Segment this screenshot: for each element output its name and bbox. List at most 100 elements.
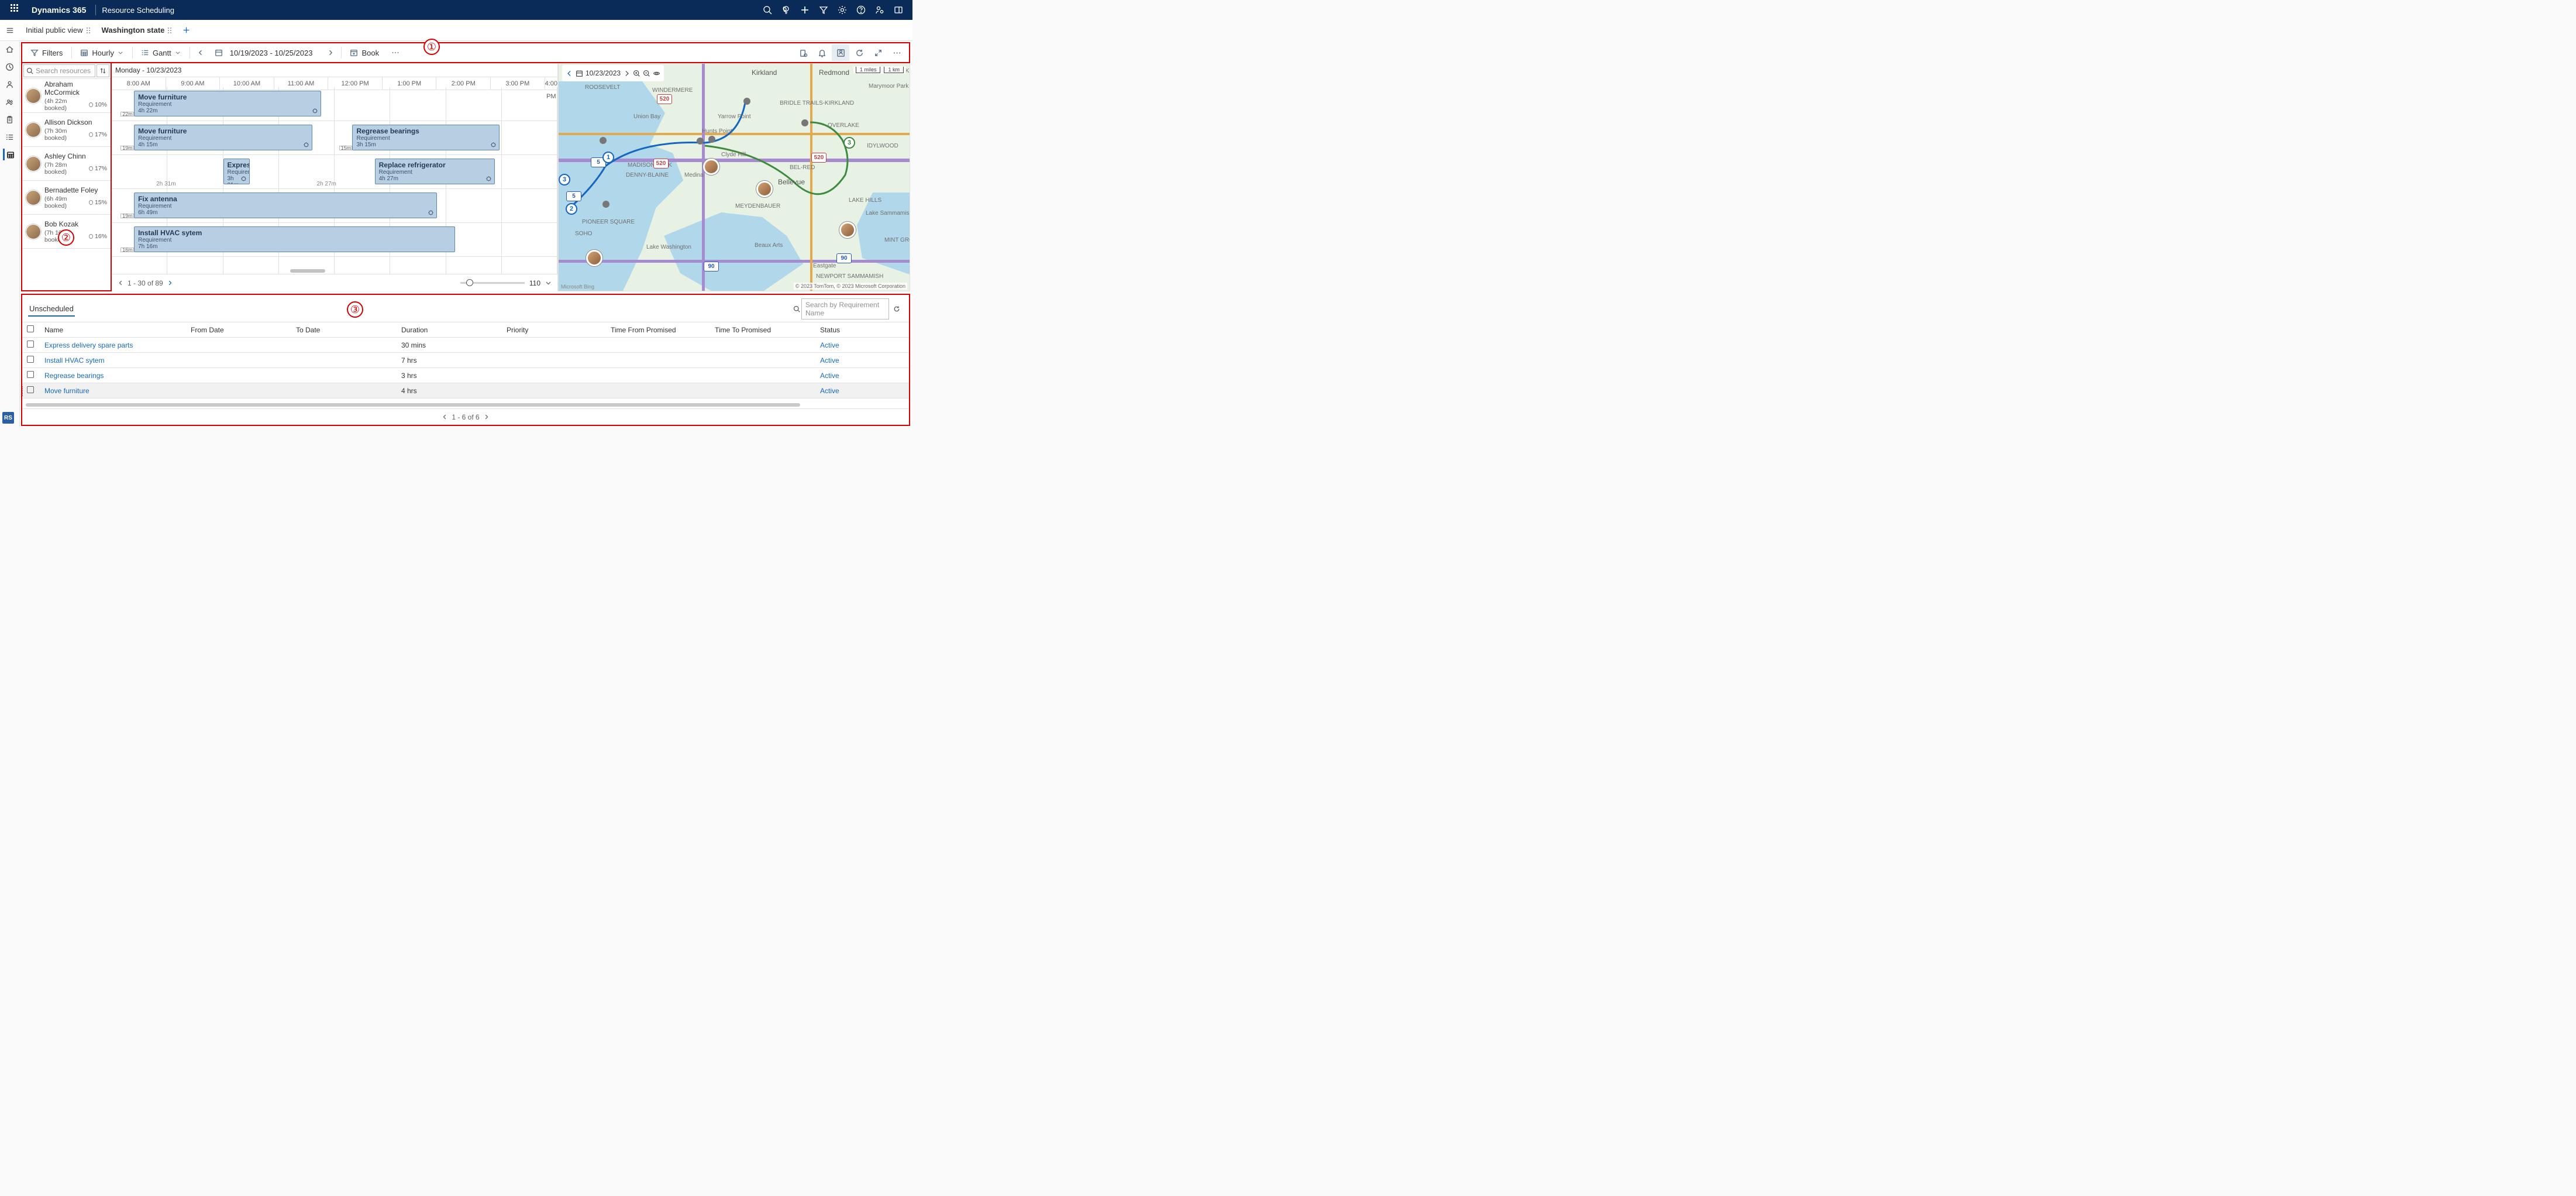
personalize-icon[interactable] [870,0,889,20]
timeline-row[interactable]: 2h 31m ExpressRequirem3h 01m 2h 27m Repl… [112,155,557,189]
table-row[interactable]: Express delivery spare parts30 minsActiv… [22,338,909,353]
search-icon[interactable] [793,305,800,312]
status-link[interactable]: Active [820,341,839,349]
map-avatar[interactable] [756,181,773,197]
map-prev-icon[interactable] [566,70,573,77]
add-icon[interactable] [795,0,814,20]
tab-washington-state[interactable]: Washington state [96,22,178,38]
app-badge[interactable]: RS [2,412,14,424]
resource-item[interactable]: Bernadette Foley(6h 49m booked) 15% [22,181,111,215]
map-point[interactable] [697,138,704,145]
map-pin-3-green[interactable]: 3 [843,137,855,149]
idea-icon[interactable] [777,0,795,20]
zoom-slider[interactable] [460,282,525,284]
map-avatar[interactable] [703,159,719,175]
row-checkbox[interactable] [27,356,34,363]
row-checkbox[interactable] [27,341,34,348]
resource-item[interactable]: Abraham McCormick(4h 22m booked) 10% [22,79,111,113]
map-point[interactable] [801,119,808,126]
map-calendar-icon[interactable] [576,70,583,77]
more-actions-button[interactable] [387,46,405,59]
resource-item[interactable]: Allison Dickson(7h 30m booked) 17% [22,113,111,147]
search-requirements-input[interactable]: Search by Requirement Name [801,298,889,319]
select-all-checkbox[interactable] [27,325,34,332]
timeline[interactable]: Monday - 10/23/2023 8:00 AM9:00 AM10:00 … [112,63,558,291]
list-icon[interactable] [4,131,16,143]
map-point[interactable] [708,136,715,143]
table-row[interactable]: Regrease bearings3 hrsActive [22,368,909,383]
tab-grip-icon[interactable] [87,28,90,33]
panel-toggle-icon[interactable] [889,0,908,20]
search-resources-input[interactable]: Search resources [23,64,95,77]
timeline-row[interactable]: 19m Move furnitureRequirement4h 15m 15m … [112,121,557,155]
col-duration[interactable]: Duration [397,322,502,338]
help-icon[interactable] [852,0,870,20]
tab-initial-view[interactable]: Initial public view [20,22,96,38]
home-icon[interactable] [4,43,16,55]
app-launcher-icon[interactable] [11,4,22,16]
filter-icon[interactable] [814,0,833,20]
col-to-date[interactable]: To Date [291,322,397,338]
requirement-link[interactable]: Install HVAC sytem [44,356,104,365]
map-zoom-in-icon[interactable] [633,70,640,77]
person-icon[interactable] [4,78,16,90]
hamburger-icon[interactable] [0,20,20,41]
clipboard-icon[interactable] [4,114,16,125]
pager-next-icon[interactable] [167,280,173,286]
footer-prev-icon[interactable] [442,414,448,420]
requirement-link[interactable]: Regrease bearings [44,372,104,380]
overflow-icon[interactable] [888,44,905,61]
table-row[interactable]: Install HVAC sytem7 hrsActive [22,353,909,368]
refresh-requirements-button[interactable] [890,305,903,312]
resource-item[interactable]: Ashley Chinn(7h 28m booked) 17% [22,147,111,181]
map-point[interactable] [743,98,750,105]
map-avatar[interactable] [586,250,602,266]
schedule-board-icon[interactable] [3,149,15,160]
timeline-row[interactable]: 22m Move furniture Requirement 4h 22m [112,87,557,121]
prev-range-button[interactable] [194,49,208,56]
travel-segment[interactable]: 22m [120,112,134,116]
timeline-row[interactable]: 16m Install HVAC sytemRequirement7h 16m [112,223,557,257]
filters-button[interactable]: Filters [26,46,68,60]
map-eye-icon[interactable] [653,70,660,77]
travel-segment[interactable]: 19m [120,146,134,150]
zoom-dropdown-icon[interactable] [545,280,552,286]
actions-clipboard-icon[interactable] [794,44,812,61]
time-scale-dropdown[interactable]: Hourly [75,46,129,60]
view-type-dropdown[interactable]: Gantt [136,46,186,60]
col-time-to-promised[interactable]: Time To Promised [710,322,815,338]
search-icon[interactable] [758,0,777,20]
notifications-icon[interactable] [813,44,831,61]
book-button[interactable]: Book [345,46,384,60]
timeline-scrollbar[interactable] [290,269,325,273]
refresh-icon[interactable] [850,44,868,61]
find-availability-icon[interactable] [832,44,849,61]
next-range-button[interactable] [323,49,338,56]
drag-handle-icon[interactable] [22,386,26,396]
tab-grip-icon[interactable] [168,28,171,33]
status-link[interactable]: Active [820,387,839,395]
pager-prev-icon[interactable] [118,280,124,286]
sort-resources-button[interactable] [97,64,109,77]
status-link[interactable]: Active [820,356,839,365]
requirement-link[interactable]: Move furniture [44,387,89,395]
map-next-icon[interactable] [623,70,631,77]
travel-segment[interactable]: 16m [120,248,134,252]
col-priority[interactable]: Priority [502,322,606,338]
col-time-from-promised[interactable]: Time From Promised [606,322,710,338]
table-scrollbar[interactable] [26,401,905,408]
map-pin-2[interactable]: 2 [566,203,577,215]
booking-express[interactable]: ExpressRequirem3h 01m [223,159,250,184]
map-point[interactable] [602,201,609,208]
map-avatar[interactable] [839,222,856,238]
settings-icon[interactable] [833,0,852,20]
timeline-row[interactable]: 19m Fix antennaRequirement6h 49m [112,189,557,223]
recent-icon[interactable] [4,61,16,73]
table-row[interactable]: Move furniture4 hrsActive [22,383,909,398]
col-status[interactable]: Status [815,322,909,338]
row-checkbox[interactable] [27,371,34,378]
row-checkbox[interactable] [27,386,34,393]
requirement-link[interactable]: Express delivery spare parts [44,341,133,349]
booking-install-hvac[interactable]: Install HVAC sytemRequirement7h 16m [134,226,455,252]
date-range-button[interactable]: 10/19/2023 - 10/25/2023 [210,46,322,60]
